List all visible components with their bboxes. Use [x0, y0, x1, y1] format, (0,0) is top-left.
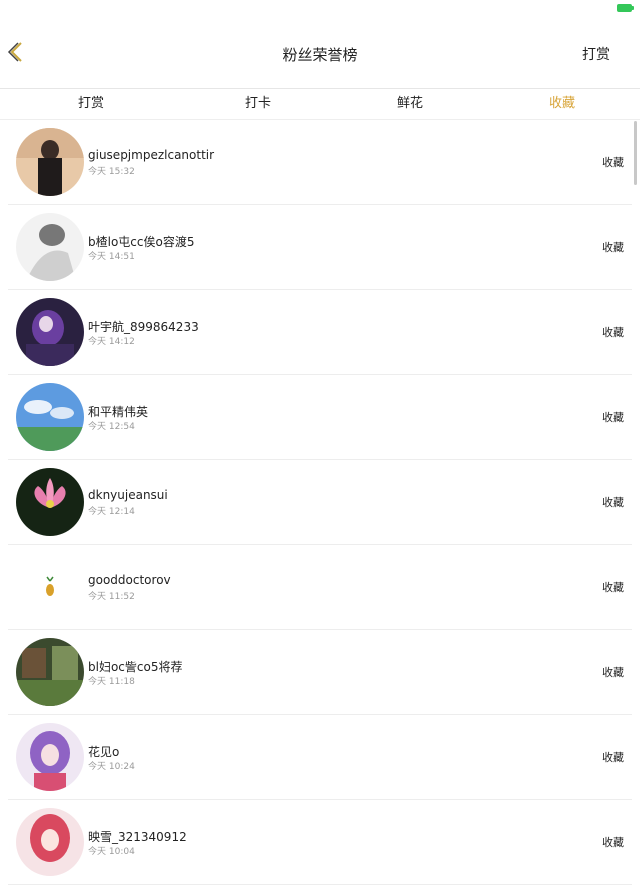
user-name: dknyujeansui: [88, 488, 168, 502]
list-item[interactable]: b楂lo屯cc俟o容渡5 今天 14:51 收藏: [8, 205, 632, 290]
list-item[interactable]: dknyujeansui 今天 12:14 收藏: [8, 460, 632, 545]
avatar: [16, 723, 84, 791]
action-label: 收藏: [602, 666, 624, 679]
user-time: 今天 14:12: [88, 337, 135, 347]
user-time: 今天 12:14: [88, 507, 135, 517]
reward-button[interactable]: 打赏: [582, 44, 610, 64]
user-name: bl妇oc訾co5将荐: [88, 660, 183, 674]
user-time: 今天 10:24: [88, 762, 135, 772]
avatar: [16, 383, 84, 451]
list-item[interactable]: giusepjmpezlcanottir 今天 15:32 收藏: [8, 120, 632, 205]
avatar: [16, 468, 84, 536]
avatar: [16, 553, 84, 621]
user-time: 今天 14:51: [88, 252, 135, 262]
action-label: 收藏: [602, 241, 624, 254]
action-label: 收藏: [602, 751, 624, 764]
action-label: 收藏: [602, 496, 624, 509]
user-time: 今天 10:04: [88, 847, 135, 857]
action-label: 收藏: [602, 836, 624, 849]
user-name: giusepjmpezlcanottir: [88, 148, 215, 162]
fan-list: giusepjmpezlcanottir 今天 15:32 收藏 b楂lo屯cc…: [0, 120, 640, 885]
tab-reward[interactable]: 打赏: [0, 89, 182, 119]
user-time: 今天 12:54: [88, 422, 135, 432]
avatar: [16, 213, 84, 281]
action-label: 收藏: [602, 411, 624, 424]
avatar: [16, 298, 84, 366]
status-bar: [0, 0, 640, 18]
user-name: 花见o: [88, 745, 120, 759]
user-name: 映雪_321340912: [88, 830, 187, 844]
avatar: [16, 808, 84, 876]
avatar: [16, 638, 84, 706]
action-label: 收藏: [602, 156, 624, 169]
list-item[interactable]: 映雪_321340912 今天 10:04 收藏: [8, 800, 632, 885]
list-item[interactable]: gooddoctorov 今天 11:52 收藏: [8, 545, 632, 630]
avatar: [16, 128, 84, 196]
action-label: 收藏: [602, 581, 624, 594]
list-item[interactable]: 叶宇航_899864233 今天 14:12 收藏: [8, 290, 632, 375]
user-time: 今天 11:52: [88, 592, 135, 602]
tab-bar: 打赏 打卡 鲜花 收藏: [0, 89, 640, 120]
tab-flowers[interactable]: 鲜花: [334, 89, 486, 119]
user-time: 今天 15:32: [88, 167, 135, 177]
user-name: b楂lo屯cc俟o容渡5: [88, 235, 195, 249]
user-name: 和平精伟英: [88, 405, 149, 419]
scrollbar[interactable]: [634, 121, 637, 185]
tab-checkin[interactable]: 打卡: [182, 89, 334, 119]
tab-favorites[interactable]: 收藏: [486, 89, 638, 119]
list-item[interactable]: 花见o 今天 10:24 收藏: [8, 715, 632, 800]
list-item[interactable]: bl妇oc訾co5将荐 今天 11:18 收藏: [8, 630, 632, 715]
page-title: 粉丝荣誉榜: [282, 46, 358, 64]
action-label: 收藏: [602, 326, 624, 339]
nav-bar: 粉丝荣誉榜 打赏: [0, 18, 640, 89]
user-name: gooddoctorov: [88, 573, 171, 587]
battery-icon: [617, 4, 634, 12]
list-item[interactable]: 和平精伟英 今天 12:54 收藏: [8, 375, 632, 460]
user-time: 今天 11:18: [88, 677, 135, 687]
user-name: 叶宇航_899864233: [88, 320, 199, 334]
